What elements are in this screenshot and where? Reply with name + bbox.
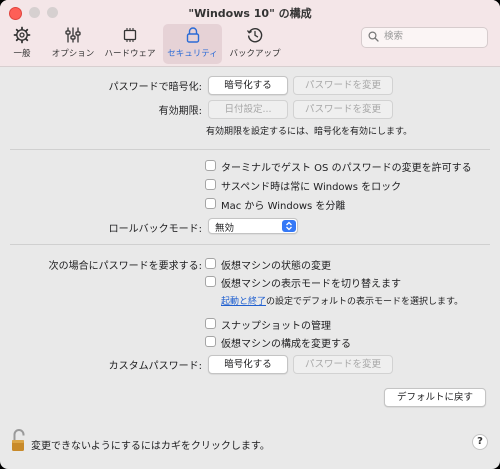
tab-hardware[interactable]: ハードウェア xyxy=(103,24,157,64)
encryption-label: パスワードで暗号化: xyxy=(108,82,202,93)
lock-hint-text: 変更できないようにするにはカギをクリックします。 xyxy=(31,441,270,452)
help-button[interactable]: ? xyxy=(472,434,488,450)
search-input[interactable] xyxy=(384,29,482,44)
rollback-mode-value: 無効 xyxy=(215,223,235,234)
search-field[interactable] xyxy=(361,27,488,48)
require-password-label: 次の場合にパスワードを要求する: xyxy=(48,261,202,272)
snapshots-label: スナップショットの管理 xyxy=(221,321,331,332)
config-change-label: 仮想マシンの構成を変更する xyxy=(221,339,351,350)
chevron-updown-icon xyxy=(282,220,296,232)
tab-hardware-label: ハードウェア xyxy=(104,49,156,59)
lock-icon xyxy=(186,27,199,43)
search-icon xyxy=(368,31,379,42)
encrypt-button[interactable]: 暗号化する xyxy=(208,76,288,95)
custom-encrypt-button[interactable]: 暗号化する xyxy=(208,355,288,374)
state-change-checkbox[interactable] xyxy=(205,258,216,269)
startup-shutdown-link[interactable]: 起動と終了 xyxy=(221,297,266,307)
restore-defaults-button[interactable]: デフォルトに戻す xyxy=(384,388,486,407)
allow-terminal-label: ターミナルでゲスト OS のパスワードの変更を許可する xyxy=(221,163,472,174)
lock-on-suspend-checkbox[interactable] xyxy=(205,179,216,190)
change-password-button[interactable]: パスワードを変更 xyxy=(293,76,393,95)
tab-options[interactable]: オプション xyxy=(48,24,98,64)
chip-icon xyxy=(123,28,137,42)
isolate-checkbox[interactable] xyxy=(205,198,216,209)
tab-backup[interactable]: バックアップ xyxy=(227,24,283,64)
toolbar: "Windows 10" の構成 一般 オプション ハードウェア セキュリティ … xyxy=(0,0,500,67)
snapshots-checkbox[interactable] xyxy=(205,318,216,329)
tab-security[interactable]: セキュリティ xyxy=(163,24,222,64)
separator xyxy=(10,149,490,150)
gear-icon xyxy=(13,26,31,44)
allow-terminal-checkbox[interactable] xyxy=(205,160,216,171)
separator xyxy=(10,244,490,245)
configuration-window: "Windows 10" の構成 一般 オプション ハードウェア セキュリティ … xyxy=(0,0,500,469)
isolate-label: Mac から Windows を分離 xyxy=(221,201,346,212)
clock-icon xyxy=(246,28,263,43)
view-mode-note-text: の設定でデフォルトの表示モードを選択します。 xyxy=(266,297,464,307)
tab-general-label: 一般 xyxy=(13,49,31,59)
tab-backup-label: バックアップ xyxy=(229,49,281,59)
custom-password-label: カスタムパスワード: xyxy=(108,361,202,372)
expiration-note: 有効期限を設定するには、暗号化を有効にします。 xyxy=(206,127,413,137)
view-mode-note: 起動と終了の設定でデフォルトの表示モードを選択します。 xyxy=(221,294,463,307)
expiration-change-password-button[interactable]: パスワードを変更 xyxy=(293,100,393,119)
custom-change-password-button[interactable]: パスワードを変更 xyxy=(293,355,393,374)
padlock-open-icon[interactable] xyxy=(11,428,27,457)
tab-options-label: オプション xyxy=(51,49,95,59)
rollback-mode-select[interactable]: 無効 xyxy=(208,218,298,234)
view-mode-label: 仮想マシンの表示モードを切り替えます xyxy=(221,279,401,290)
set-date-button[interactable]: 日付設定... xyxy=(208,100,288,119)
view-mode-checkbox[interactable] xyxy=(205,276,216,287)
tab-security-label: セキュリティ xyxy=(167,49,218,59)
config-change-checkbox[interactable] xyxy=(205,336,216,347)
window-title: "Windows 10" の構成 xyxy=(188,7,312,20)
state-change-label: 仮想マシンの状態の変更 xyxy=(221,261,331,272)
expiration-label: 有効期限: xyxy=(158,106,202,117)
lock-on-suspend-label: サスペンド時は常に Windows をロック xyxy=(221,182,402,193)
tab-general[interactable]: 一般 xyxy=(5,24,39,64)
rollback-mode-label: ロールバックモード: xyxy=(108,224,202,235)
sliders-icon xyxy=(65,27,81,43)
